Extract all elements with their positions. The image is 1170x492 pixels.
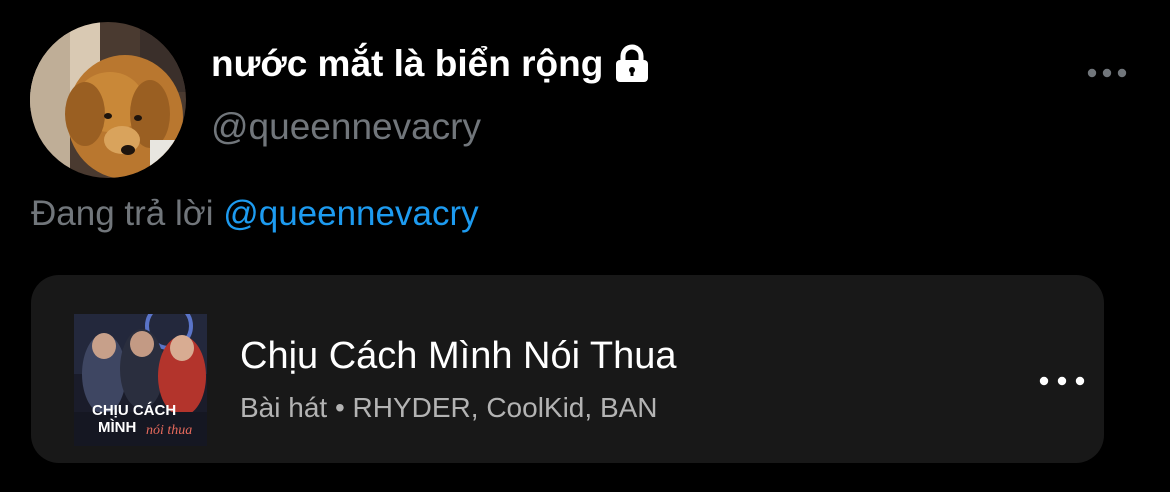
song-more-button[interactable]: [1036, 367, 1088, 395]
cover-title-script: nói thua: [146, 423, 192, 438]
song-subtitle: Bài hát • RHYDER, CoolKid, BAN: [240, 392, 658, 423]
display-name[interactable]: nước mắt là biển rộng: [211, 43, 603, 85]
album-cover-image: CHỊU CÁCH MÌNH nói thua: [74, 314, 207, 446]
more-horizontal-icon: [1087, 68, 1127, 78]
replying-to-mention[interactable]: @queennevacry: [223, 194, 478, 233]
song-card[interactable]: CHỊU CÁCH MÌNH nói thua Chịu Cách Mình N…: [31, 275, 1104, 463]
replying-to: Đang trả lời @queennevacry: [31, 194, 479, 234]
cover-title-line2: MÌNH: [98, 419, 136, 436]
more-options-button[interactable]: [1084, 58, 1130, 88]
user-handle[interactable]: @queennevacry: [211, 106, 481, 148]
replying-to-prefix: Đang trả lời: [31, 194, 214, 233]
avatar[interactable]: [30, 22, 186, 178]
album-cover: CHỊU CÁCH MÌNH nói thua: [74, 314, 207, 446]
lock-icon: [613, 44, 651, 84]
cover-title-line1: CHỊU CÁCH: [92, 402, 176, 419]
more-horizontal-icon: [1039, 376, 1085, 386]
display-name-row: nước mắt là biển rộng: [211, 38, 651, 90]
song-title[interactable]: Chịu Cách Mình Nói Thua: [240, 335, 677, 378]
dog-avatar-image: [30, 22, 186, 178]
